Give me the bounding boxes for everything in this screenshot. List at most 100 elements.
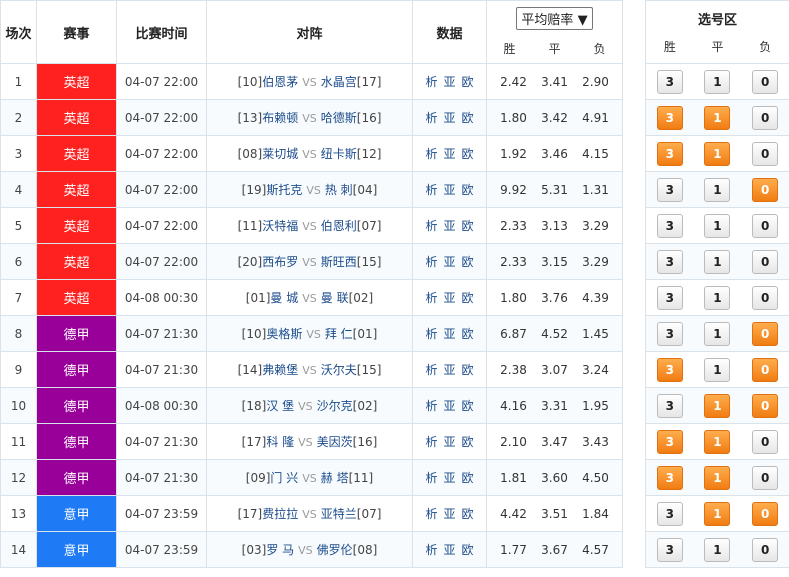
pick-draw-button[interactable]: 1 xyxy=(704,357,731,382)
asian-odds-link[interactable]: 亚 xyxy=(443,327,455,341)
home-team-link[interactable]: 曼 城 xyxy=(270,291,298,305)
league-badge[interactable]: 英超 xyxy=(36,279,117,316)
pick-draw-button[interactable]: 1 xyxy=(704,105,731,130)
pick-win-button[interactable]: 3 xyxy=(656,501,683,526)
pick-lose-button[interactable]: 0 xyxy=(752,177,779,202)
pick-draw-button[interactable]: 1 xyxy=(704,69,731,94)
away-team-link[interactable]: 沃尔夫 xyxy=(321,363,357,377)
analysis-link[interactable]: 析 xyxy=(425,255,437,269)
analysis-link[interactable]: 析 xyxy=(425,183,437,197)
pick-draw-button[interactable]: 1 xyxy=(704,141,731,166)
away-team-link[interactable]: 美因茨 xyxy=(317,435,353,449)
analysis-link[interactable]: 析 xyxy=(425,507,437,521)
pick-draw-button[interactable]: 1 xyxy=(704,177,731,202)
euro-odds-link[interactable]: 欧 xyxy=(462,543,474,557)
home-team-link[interactable]: 弗赖堡 xyxy=(262,363,298,377)
analysis-link[interactable]: 析 xyxy=(425,291,437,305)
pick-draw-button[interactable]: 1 xyxy=(704,393,731,418)
pick-lose-button[interactable]: 0 xyxy=(752,141,779,166)
asian-odds-link[interactable]: 亚 xyxy=(443,111,455,125)
league-badge[interactable]: 德甲 xyxy=(36,315,117,352)
pick-lose-button[interactable]: 0 xyxy=(752,213,779,238)
home-team-link[interactable]: 西布罗 xyxy=(262,255,298,269)
league-badge[interactable]: 英超 xyxy=(36,243,117,280)
asian-odds-link[interactable]: 亚 xyxy=(443,219,455,233)
pick-win-button[interactable]: 3 xyxy=(656,213,683,238)
away-team-link[interactable]: 热 刺 xyxy=(325,183,353,197)
pick-draw-button[interactable]: 1 xyxy=(704,465,731,490)
home-team-link[interactable]: 沃特福 xyxy=(262,219,298,233)
euro-odds-link[interactable]: 欧 xyxy=(462,255,474,269)
pick-lose-button[interactable]: 0 xyxy=(752,429,779,454)
away-team-link[interactable]: 沙尔克 xyxy=(317,399,353,413)
away-team-link[interactable]: 斯旺西 xyxy=(321,255,357,269)
euro-odds-link[interactable]: 欧 xyxy=(462,507,474,521)
pick-win-button[interactable]: 3 xyxy=(656,69,683,94)
pick-lose-button[interactable]: 0 xyxy=(752,249,779,274)
home-team-link[interactable]: 科 隆 xyxy=(266,435,294,449)
pick-win-button[interactable]: 3 xyxy=(656,141,683,166)
away-team-link[interactable]: 佛罗伦 xyxy=(317,543,353,557)
away-team-link[interactable]: 伯恩利 xyxy=(321,219,357,233)
pick-win-button[interactable]: 3 xyxy=(656,105,683,130)
league-badge[interactable]: 英超 xyxy=(36,135,117,172)
pick-draw-button[interactable]: 1 xyxy=(704,321,731,346)
away-team-link[interactable]: 纽卡斯 xyxy=(321,147,357,161)
asian-odds-link[interactable]: 亚 xyxy=(443,471,455,485)
pick-draw-button[interactable]: 1 xyxy=(704,249,731,274)
pick-lose-button[interactable]: 0 xyxy=(752,501,779,526)
euro-odds-link[interactable]: 欧 xyxy=(462,183,474,197)
asian-odds-link[interactable]: 亚 xyxy=(443,363,455,377)
away-team-link[interactable]: 赫 塔 xyxy=(321,471,349,485)
asian-odds-link[interactable]: 亚 xyxy=(443,435,455,449)
home-team-link[interactable]: 汉 堡 xyxy=(266,399,294,413)
euro-odds-link[interactable]: 欧 xyxy=(462,147,474,161)
pick-draw-button[interactable]: 1 xyxy=(704,501,731,526)
pick-lose-button[interactable]: 0 xyxy=(752,285,779,310)
pick-lose-button[interactable]: 0 xyxy=(752,105,779,130)
pick-draw-button[interactable]: 1 xyxy=(704,285,731,310)
asian-odds-link[interactable]: 亚 xyxy=(443,183,455,197)
analysis-link[interactable]: 析 xyxy=(425,111,437,125)
analysis-link[interactable]: 析 xyxy=(425,471,437,485)
league-badge[interactable]: 英超 xyxy=(36,63,117,100)
analysis-link[interactable]: 析 xyxy=(425,219,437,233)
asian-odds-link[interactable]: 亚 xyxy=(443,543,455,557)
away-team-link[interactable]: 亚特兰 xyxy=(321,507,357,521)
league-badge[interactable]: 德甲 xyxy=(36,459,117,496)
pick-win-button[interactable]: 3 xyxy=(656,249,683,274)
euro-odds-link[interactable]: 欧 xyxy=(462,363,474,377)
pick-lose-button[interactable]: 0 xyxy=(752,357,779,382)
pick-win-button[interactable]: 3 xyxy=(656,465,683,490)
euro-odds-link[interactable]: 欧 xyxy=(462,291,474,305)
pick-win-button[interactable]: 3 xyxy=(656,537,683,562)
analysis-link[interactable]: 析 xyxy=(425,327,437,341)
league-badge[interactable]: 英超 xyxy=(36,207,117,244)
league-badge[interactable]: 意甲 xyxy=(36,531,117,568)
pick-draw-button[interactable]: 1 xyxy=(704,213,731,238)
asian-odds-link[interactable]: 亚 xyxy=(443,255,455,269)
euro-odds-link[interactable]: 欧 xyxy=(462,471,474,485)
home-team-link[interactable]: 伯恩茅 xyxy=(262,75,298,89)
pick-draw-button[interactable]: 1 xyxy=(704,429,731,454)
pick-lose-button[interactable]: 0 xyxy=(752,69,779,94)
pick-lose-button[interactable]: 0 xyxy=(752,393,779,418)
pick-win-button[interactable]: 3 xyxy=(656,429,683,454)
league-badge[interactable]: 英超 xyxy=(36,99,117,136)
pick-win-button[interactable]: 3 xyxy=(656,321,683,346)
analysis-link[interactable]: 析 xyxy=(425,147,437,161)
pick-lose-button[interactable]: 0 xyxy=(752,321,779,346)
odds-type-select[interactable]: 平均赔率 ▼ xyxy=(516,7,593,30)
away-team-link[interactable]: 哈德斯 xyxy=(321,111,357,125)
league-badge[interactable]: 德甲 xyxy=(36,423,117,460)
home-team-link[interactable]: 罗 马 xyxy=(266,543,294,557)
away-team-link[interactable]: 水晶宫 xyxy=(321,75,357,89)
euro-odds-link[interactable]: 欧 xyxy=(462,75,474,89)
asian-odds-link[interactable]: 亚 xyxy=(443,147,455,161)
analysis-link[interactable]: 析 xyxy=(425,363,437,377)
pick-win-button[interactable]: 3 xyxy=(656,357,683,382)
asian-odds-link[interactable]: 亚 xyxy=(443,291,455,305)
euro-odds-link[interactable]: 欧 xyxy=(462,435,474,449)
pick-lose-button[interactable]: 0 xyxy=(752,465,779,490)
pick-win-button[interactable]: 3 xyxy=(656,393,683,418)
